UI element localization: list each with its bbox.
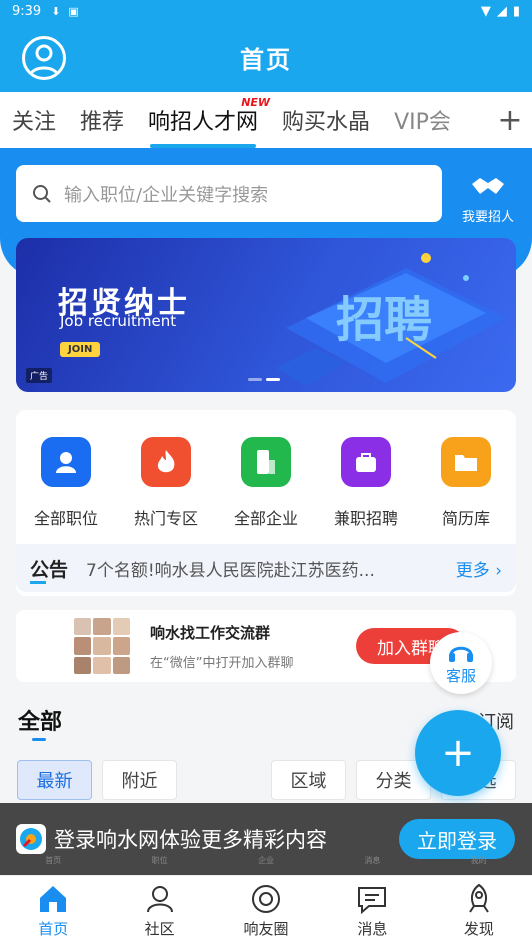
camera-icon [252, 885, 281, 913]
tab-label: VIP会 [394, 110, 451, 135]
login-message: 登录响水网体验更多精彩内容 [54, 828, 327, 852]
underlying-nav-labels: 首页 职位 企业 消息 我的 [0, 855, 532, 875]
quick-link-label: 兼职招聘 [333, 509, 398, 528]
chevron-right-icon: › [495, 560, 502, 581]
add-post-button[interactable]: + [415, 710, 501, 796]
add-tab-icon[interactable]: + [488, 92, 532, 148]
tab-vip[interactable]: VIP会 [382, 92, 463, 148]
fire-icon [141, 437, 191, 487]
service-label: 客服 [445, 666, 476, 685]
quick-link-hot-zone[interactable]: 热门专区 [117, 437, 215, 529]
nav-label: 发现 [463, 920, 494, 938]
app-header: 首页 [0, 22, 532, 92]
ghost-label: 企业 [257, 856, 274, 865]
filter-region[interactable]: 区域 [271, 760, 346, 800]
tab-label: 关注 [12, 110, 57, 135]
quick-link-label: 全部企业 [233, 509, 298, 528]
nav-label: 社区 [144, 920, 175, 938]
handshake-icon [472, 178, 504, 194]
banner-subtitle: Job recruitment [60, 312, 177, 330]
tab-follow[interactable]: 关注 [0, 92, 68, 148]
quick-link-label: 简历库 [441, 509, 490, 528]
group-member-photos [74, 618, 130, 674]
quick-links-grid: 全部职位 热门专区 全部企业 兼职招聘 简历库 [16, 410, 516, 529]
home-icon [40, 886, 67, 912]
nav-label: 响友圈 [243, 920, 289, 938]
nav-home[interactable]: 首页 [0, 876, 106, 945]
nav-friends-circle[interactable]: 响友圈 [213, 876, 319, 945]
login-button[interactable]: 立即登录 [399, 819, 515, 859]
section-title: 全部 [18, 710, 63, 735]
filter-nearby[interactable]: 附近 [102, 760, 177, 800]
ghost-label: 职位 [151, 856, 168, 865]
ghost-label: 首页 [45, 856, 62, 865]
plus-icon: + [441, 730, 475, 776]
section-underline [32, 738, 46, 741]
headset-icon [449, 646, 473, 662]
quick-link-resume-bank[interactable]: 简历库 [417, 437, 515, 529]
ghost-label: 消息 [364, 856, 381, 865]
customer-service-button[interactable]: 客服 [430, 632, 492, 694]
notification-icons: ⬇ ▣ [51, 5, 79, 18]
ad-banner[interactable]: 招聘 招贤纳士 Job recruitment JOIN 广告 [16, 238, 516, 392]
app-notification-icon: ▣ [68, 4, 79, 18]
wifi-icon: ▼ [480, 3, 491, 19]
tab-label: 购买水晶 [282, 110, 371, 135]
announcement-bar[interactable]: 公告 7个名额!响水县人民医院赴江苏医药... 更多 › [16, 544, 516, 592]
recruit-label: 我要招人 [461, 210, 514, 225]
banner-art-text: 招聘 [336, 292, 432, 348]
ad-tag: 广告 [26, 368, 53, 383]
quick-link-all-jobs[interactable]: 全部职位 [17, 437, 115, 529]
page-title: 首页 [240, 45, 292, 74]
quick-link-part-time[interactable]: 兼职招聘 [317, 437, 415, 529]
announcement-more-link[interactable]: 更多 › [456, 556, 502, 581]
avatar[interactable] [22, 36, 66, 80]
bag-icon [341, 437, 391, 487]
search-input[interactable]: 输入职位/企业关键字搜索 [16, 165, 442, 222]
search-icon [33, 184, 51, 203]
message-icon [358, 887, 387, 915]
tab-label: 推荐 [80, 110, 125, 135]
bottom-navigation: 首页 社区 响友圈 消息 发现 [0, 875, 532, 945]
nav-discover[interactable]: 发现 [426, 876, 532, 945]
status-right: ▼ ◢ ▮ [481, 4, 520, 19]
nav-label: 首页 [38, 920, 69, 938]
more-label: 更多 [455, 560, 490, 581]
rocket-icon [468, 883, 489, 913]
signal-icon: ◢ [496, 3, 507, 19]
battery-icon: ▮ [512, 3, 520, 19]
search-placeholder: 输入职位/企业关键字搜索 [64, 184, 269, 206]
nav-label: 消息 [357, 920, 388, 938]
building-icon [241, 437, 291, 487]
quick-links-card: 全部职位 热门专区 全部企业 兼职招聘 简历库 公告 7个名额!响水县人民医院赴… [16, 410, 516, 596]
user-avatar-icon [28, 44, 60, 77]
carousel-indicator [248, 378, 280, 381]
tab-talent-network[interactable]: 响招人才网 NEW [136, 92, 270, 148]
folder-icon [441, 437, 491, 487]
recruit-button[interactable]: 我要招人 [452, 165, 524, 225]
announcement-title: 公告 [30, 555, 68, 584]
tab-recommend[interactable]: 推荐 [68, 92, 136, 148]
filter-latest[interactable]: 最新 [17, 760, 92, 800]
tab-buy-crystal[interactable]: 购买水晶 [270, 92, 382, 148]
quick-link-all-companies[interactable]: 全部企业 [217, 437, 315, 529]
nav-messages[interactable]: 消息 [319, 876, 425, 945]
ghost-label: 我的 [470, 856, 487, 865]
quick-link-label: 全部职位 [33, 509, 98, 528]
app-logo-icon [16, 824, 46, 854]
quick-link-label: 热门专区 [133, 509, 198, 528]
download-icon: ⬇ [51, 4, 61, 18]
recruitment-illustration: 招聘 [276, 253, 506, 386]
nav-community[interactable]: 社区 [106, 876, 212, 945]
status-bar: 9:39 ⬇ ▣ ▼ ◢ ▮ [0, 0, 532, 22]
announcement-text[interactable]: 7个名额!响水县人民医院赴江苏医药... [86, 556, 416, 581]
category-tabs: 关注 推荐 响招人才网 NEW 购买水晶 VIP会 + [0, 92, 532, 148]
group-title: 响水找工作交流群 [150, 624, 271, 642]
status-time: 9:39 [12, 3, 42, 19]
user-icon [41, 437, 91, 487]
new-badge: NEW [241, 96, 271, 109]
banner-join-tag: JOIN [60, 342, 101, 357]
group-subtitle: 在“微信”中打开加入群聊 [150, 656, 294, 671]
community-icon [146, 886, 173, 913]
